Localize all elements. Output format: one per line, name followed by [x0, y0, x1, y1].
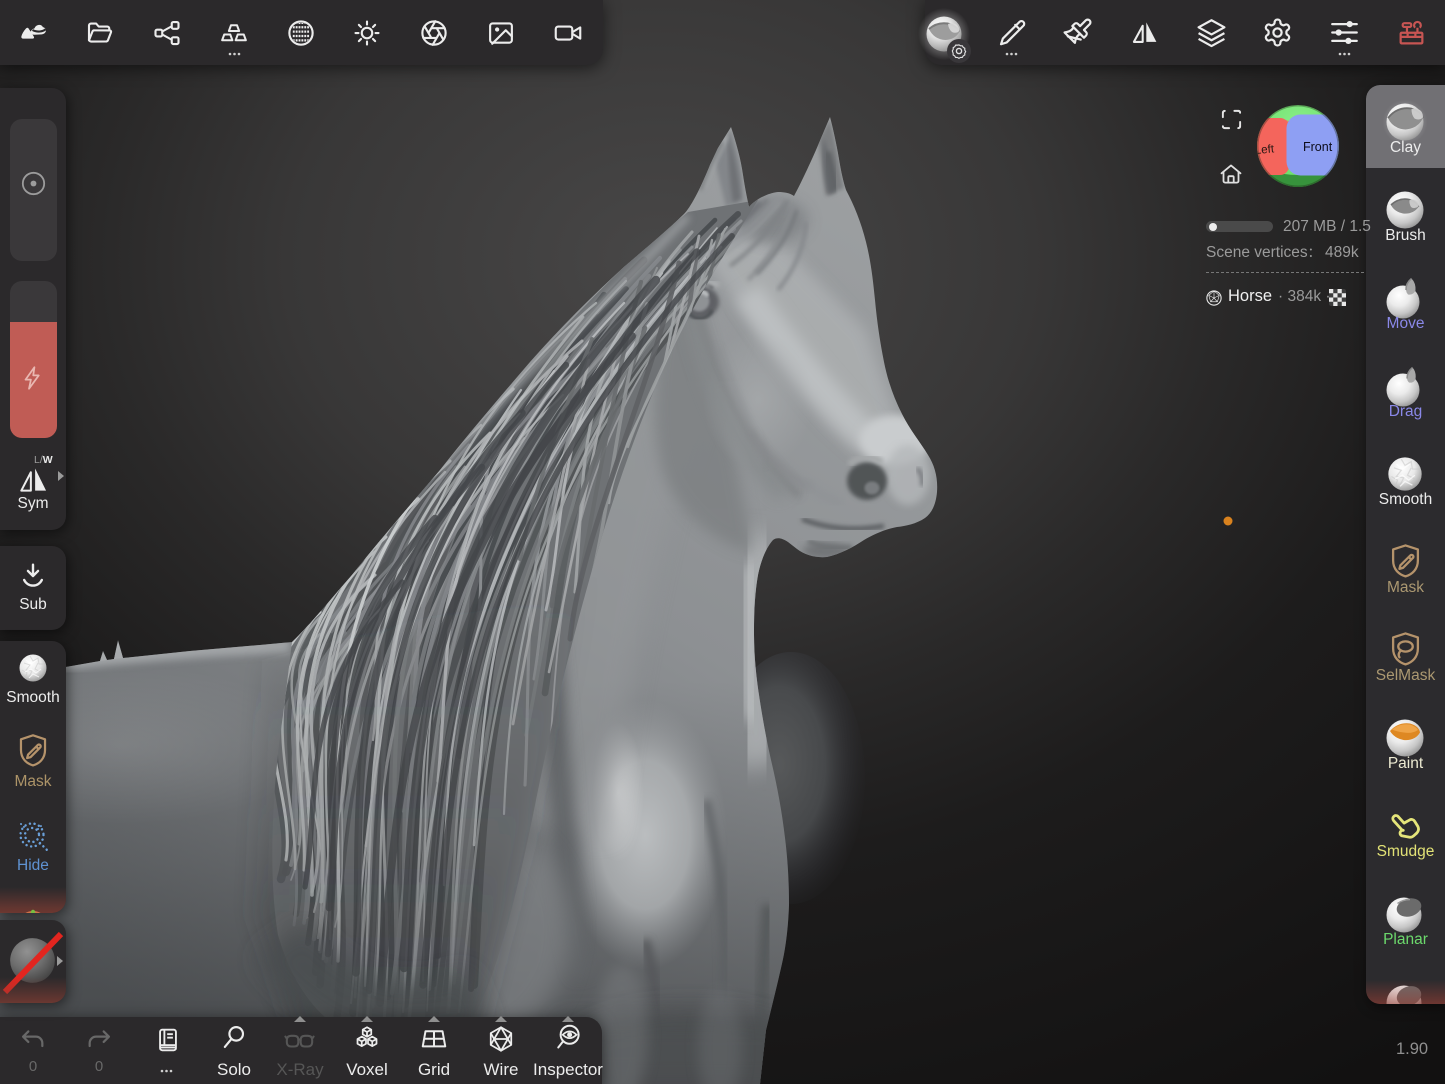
svg-text:Front: Front — [1303, 140, 1333, 154]
